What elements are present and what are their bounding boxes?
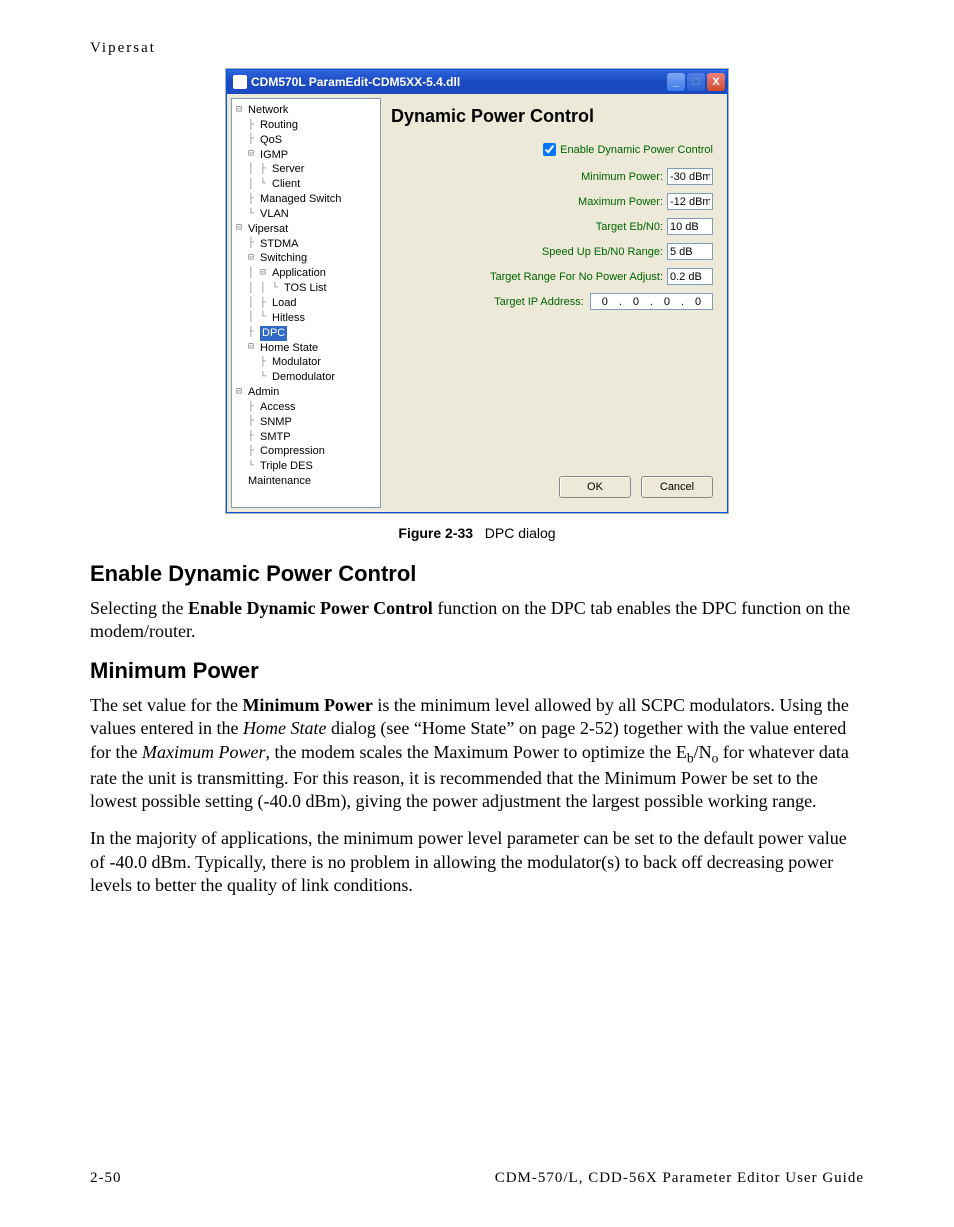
tree-vipersat[interactable]: Vipersat xyxy=(248,222,288,237)
window-title: CDM570L ParamEdit-CDM5XX-5.4.dll xyxy=(251,75,460,89)
no-power-adj-input[interactable] xyxy=(667,268,713,285)
close-icon[interactable]: X xyxy=(707,73,725,91)
cancel-button[interactable]: Cancel xyxy=(641,476,713,498)
tree-network[interactable]: Network xyxy=(248,103,288,118)
tree-home-state[interactable]: Home State xyxy=(260,341,318,356)
figure-label: Figure 2-33 xyxy=(398,525,473,541)
tree-snmp[interactable]: SNMP xyxy=(260,415,292,430)
enable-dpc-checkbox[interactable] xyxy=(543,143,556,156)
ip-octet-2[interactable] xyxy=(626,296,646,308)
maximize-icon: □ xyxy=(687,73,705,91)
min-power-input[interactable] xyxy=(667,168,713,185)
speedup-input[interactable] xyxy=(667,243,713,260)
target-ebn0-label: Target Eb/N0: xyxy=(596,221,663,233)
ip-octet-3[interactable] xyxy=(657,296,677,308)
min-power-label: Minimum Power: xyxy=(581,171,663,183)
para-enable-dpc: Selecting the Enable Dynamic Power Contr… xyxy=(90,597,864,644)
minimize-icon[interactable]: _ xyxy=(667,73,685,91)
tree-triple-des[interactable]: Triple DES xyxy=(260,459,313,474)
tree-admin[interactable]: Admin xyxy=(248,385,279,400)
tree-routing[interactable]: Routing xyxy=(260,118,298,133)
nav-tree[interactable]: ⊟ Network ├ Routing ├ QoS ⊟ IGMP │ ├ Ser… xyxy=(231,98,381,508)
tree-tos-list[interactable]: TOS List xyxy=(284,281,327,296)
app-icon xyxy=(233,75,247,89)
tree-stdma[interactable]: STDMA xyxy=(260,237,299,252)
tree-managed-switch[interactable]: Managed Switch xyxy=(260,192,341,207)
tree-maintenance[interactable]: Maintenance xyxy=(248,474,311,489)
footer-title: CDM-570/L, CDD-56X Parameter Editor User… xyxy=(495,1170,864,1187)
tree-load[interactable]: Load xyxy=(272,296,296,311)
para-min-power-2: In the majority of applications, the min… xyxy=(90,827,864,897)
no-power-adj-label: Target Range For No Power Adjust: xyxy=(490,271,663,283)
tree-demodulator[interactable]: Demodulator xyxy=(272,370,335,385)
ip-octet-4[interactable] xyxy=(688,296,708,308)
target-ip-label: Target IP Address: xyxy=(494,296,584,308)
dpc-dialog: CDM570L ParamEdit-CDM5XX-5.4.dll _ □ X ⊟… xyxy=(226,69,728,513)
figure-caption: Figure 2-33 DPC dialog xyxy=(90,525,864,541)
target-ebn0-input[interactable] xyxy=(667,218,713,235)
dialog-figure: CDM570L ParamEdit-CDM5XX-5.4.dll _ □ X ⊟… xyxy=(90,69,864,513)
tree-server[interactable]: Server xyxy=(272,162,304,177)
tree-switching[interactable]: Switching xyxy=(260,251,307,266)
pane-title: Dynamic Power Control xyxy=(391,106,713,127)
tree-client[interactable]: Client xyxy=(272,177,300,192)
para-min-power-1: The set value for the Minimum Power is t… xyxy=(90,694,864,814)
ip-octet-1[interactable] xyxy=(595,296,615,308)
tree-smtp[interactable]: SMTP xyxy=(260,430,291,445)
tree-dpc[interactable]: DPC xyxy=(260,326,287,341)
ok-button[interactable]: OK xyxy=(559,476,631,498)
heading-min-power: Minimum Power xyxy=(90,658,864,684)
target-ip-input[interactable]: . . . xyxy=(590,293,713,310)
tree-vlan[interactable]: VLAN xyxy=(260,207,289,222)
figure-text: DPC dialog xyxy=(485,525,556,541)
speedup-label: Speed Up Eb/N0 Range: xyxy=(542,246,663,258)
max-power-input[interactable] xyxy=(667,193,713,210)
tree-qos[interactable]: QoS xyxy=(260,133,282,148)
max-power-label: Maximum Power: xyxy=(578,196,663,208)
right-pane: Dynamic Power Control Enable Dynamic Pow… xyxy=(381,98,723,508)
enable-dpc-label: Enable Dynamic Power Control xyxy=(560,144,713,156)
tree-modulator[interactable]: Modulator xyxy=(272,355,321,370)
tree-hitless[interactable]: Hitless xyxy=(272,311,305,326)
page-footer: 2-50 CDM-570/L, CDD-56X Parameter Editor… xyxy=(90,1170,864,1187)
tree-compression[interactable]: Compression xyxy=(260,444,325,459)
tree-igmp[interactable]: IGMP xyxy=(260,148,288,163)
heading-enable-dpc: Enable Dynamic Power Control xyxy=(90,561,864,587)
running-header: Vipersat xyxy=(90,40,864,57)
tree-application[interactable]: Application xyxy=(272,266,326,281)
page-number: 2-50 xyxy=(90,1170,122,1187)
titlebar: CDM570L ParamEdit-CDM5XX-5.4.dll _ □ X xyxy=(227,70,727,94)
tree-access[interactable]: Access xyxy=(260,400,295,415)
